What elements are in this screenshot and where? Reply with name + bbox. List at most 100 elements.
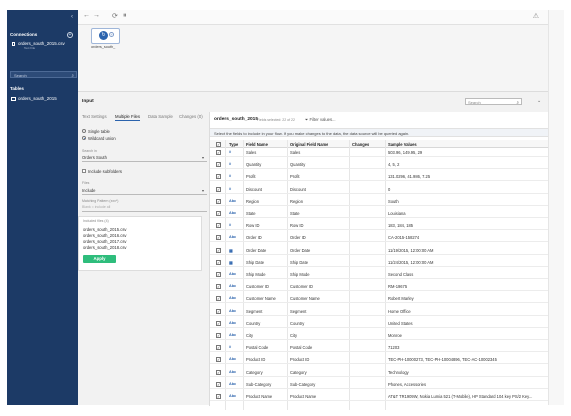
forward-icon[interactable]: → [93,12,100,19]
field-type-icon[interactable]: # [229,162,231,166]
tab-multiple-files[interactable]: Multiple Files [115,114,141,121]
row-checkbox[interactable]: ✓ [216,394,221,399]
row-checkbox[interactable]: ✓ [216,174,221,180]
row-checkbox[interactable]: ✓ [216,272,221,277]
row-checkbox[interactable]: ✓ [216,247,221,253]
field-type-icon[interactable]: # [229,345,231,349]
refresh-icon[interactable]: ⟳ [112,12,118,20]
field-type-icon[interactable]: Abc [229,296,236,300]
field-type-icon[interactable]: Abc [229,199,236,203]
field-name-cell[interactable]: Order Date [246,248,286,253]
row-checkbox[interactable]: ✓ [216,357,221,363]
row-checkbox[interactable]: ✓ [216,333,221,338]
filter-values-button[interactable]: ⏷ Filter values... [305,117,336,122]
table-row[interactable]: ✓ # Postal Code Postal Code 71203 [210,343,549,353]
table-row[interactable]: ✓ # Sales Sales 503.96, 149.95, 29 [210,148,549,157]
row-checkbox[interactable]: ✓ [216,284,221,290]
table-row[interactable]: ✓ Abc Segment Segment Home Office [210,307,549,316]
tab-text-settings[interactable]: Text Settings [82,114,107,119]
alert-icon[interactable]: ⚠ [533,12,539,20]
table-item[interactable]: orders_south_2015 [10,96,76,103]
field-type-icon[interactable]: Abc [229,370,236,374]
row-checkbox[interactable]: ✓ [216,296,221,302]
field-name-cell[interactable]: Region [246,199,286,204]
table-row[interactable]: ✓ ▦ Order Date Order Date 11/19/2015, 12:00:… [210,246,549,255]
table-row[interactable]: ✓ Abc Ship Mode Ship Mode Second Class [210,270,549,279]
row-checkbox[interactable]: ✓ [216,308,221,314]
table-row[interactable]: ✓ Abc State State Louisiana [210,209,549,218]
flow-input-node[interactable]: ↻ + orders_south_ [91,28,120,50]
sidebar-search-input[interactable]: Search ⌕ [10,71,77,78]
tab-data-sample[interactable]: Data Sample [148,114,173,119]
field-type-icon[interactable]: ▦ [229,248,233,253]
table-row[interactable]: ✓ Abc City City Monroe [210,331,549,340]
field-name-cell[interactable]: Customer Name [246,296,286,301]
field-name-cell[interactable]: Discount [246,187,286,192]
search-in-select[interactable]: Orders South [82,155,107,160]
field-type-icon[interactable]: Abc [229,333,236,337]
collapse-sidebar-icon[interactable]: ‹ [71,14,73,20]
table-row[interactable]: ✓ Abc Order ID Order ID CA-2015-158274 [210,233,549,243]
table-row[interactable]: ✓ # Profit Profit 131.0296, 41.986, 7.25 [210,172,549,182]
field-type-icon[interactable]: # [229,223,231,227]
tab-changes[interactable]: Changes (0) [179,114,203,119]
wildcard-union-radio[interactable] [82,136,86,140]
field-name-cell[interactable]: Order ID [246,235,286,240]
row-checkbox[interactable]: ✓ [216,223,221,229]
row-checkbox[interactable]: ✓ [216,162,221,168]
apply-button[interactable]: Apply [83,255,116,263]
field-type-icon[interactable]: Abc [229,235,236,239]
table-row[interactable]: ✓ # Discount Discount 0 [210,185,549,194]
field-name-cell[interactable]: Product Name [246,394,286,399]
table-row[interactable]: ✓ # Row ID Row ID 183, 184, 185 [210,221,549,231]
field-name-cell[interactable]: Product ID [246,357,286,362]
table-row[interactable]: ✓ Abc Sub-Category Sub-Category Phones, Acce… [210,380,549,389]
field-type-icon[interactable]: # [229,187,231,191]
row-checkbox[interactable]: ✓ [216,381,221,387]
field-type-icon[interactable]: Abc [229,394,236,398]
table-row[interactable]: ✓ Abc Product Name Product Name AT&T TR1909W… [210,392,549,401]
field-type-icon[interactable]: ▦ [229,260,233,265]
field-name-cell[interactable]: Postal Code [246,345,286,350]
row-checkbox[interactable]: ✓ [216,320,221,326]
back-icon[interactable]: ← [83,12,90,19]
row-checkbox[interactable]: ✓ [216,369,221,375]
row-checkbox[interactable]: ✓ [216,211,221,216]
table-row[interactable]: ✓ Abc Product ID Product ID TEC-PH-10000273,… [210,355,549,365]
table-row[interactable]: ✓ Abc Category Category Technology [210,368,549,377]
add-connection-icon[interactable]: + [67,32,73,38]
table-row[interactable]: ✓ Abc Region Region South [210,197,549,206]
table-row[interactable]: ✓ Abc Country Country United States [210,319,549,328]
chevron-down-icon[interactable]: ▾ [202,188,204,193]
field-name-cell[interactable]: Ship Mode [246,272,286,277]
single-table-radio[interactable] [82,129,86,133]
chevron-down-icon[interactable]: ▾ [202,155,204,160]
flow-canvas[interactable]: ↻ + orders_south_ [78,25,548,91]
field-type-icon[interactable]: Abc [229,272,236,276]
field-type-icon[interactable]: # [229,150,231,154]
connection-item[interactable]: orders_south_2015.csv Text File [12,41,74,50]
field-name-cell[interactable]: Quantity [246,162,286,167]
row-checkbox[interactable]: ✓ [216,345,221,351]
field-type-icon[interactable]: Abc [229,321,236,325]
field-type-icon[interactable]: Abc [229,211,236,215]
field-name-cell[interactable]: Country [246,321,286,326]
field-name-cell[interactable]: Segment [246,309,286,314]
field-type-icon[interactable]: Abc [229,284,236,288]
field-type-icon[interactable]: Abc [229,382,236,386]
field-name-cell[interactable]: Customer ID [246,284,286,289]
field-type-icon[interactable]: Abc [229,309,236,313]
include-subfolders-checkbox[interactable] [82,169,86,173]
field-name-cell[interactable]: Ship Date [246,260,286,265]
field-type-icon[interactable]: # [229,174,231,178]
table-row[interactable]: ✓ Abc Customer Name Customer Name Robert Mar… [210,294,549,304]
panel-search-input[interactable]: Search ⌕ [465,98,522,105]
field-name-cell[interactable]: Profit [246,174,286,179]
table-row[interactable]: ✓ ▦ Ship Date Ship Date 11/24/2015, 12:00:00… [210,258,549,267]
row-checkbox[interactable]: ✓ [216,198,221,204]
collapse-panel-icon[interactable]: ⌄ [537,98,541,104]
field-name-cell[interactable]: State [246,211,286,216]
matching-pattern-input[interactable]: Blank = include all [82,205,110,209]
field-name-cell[interactable]: Sub-Category [246,382,286,387]
row-checkbox[interactable]: ✓ [216,186,221,192]
